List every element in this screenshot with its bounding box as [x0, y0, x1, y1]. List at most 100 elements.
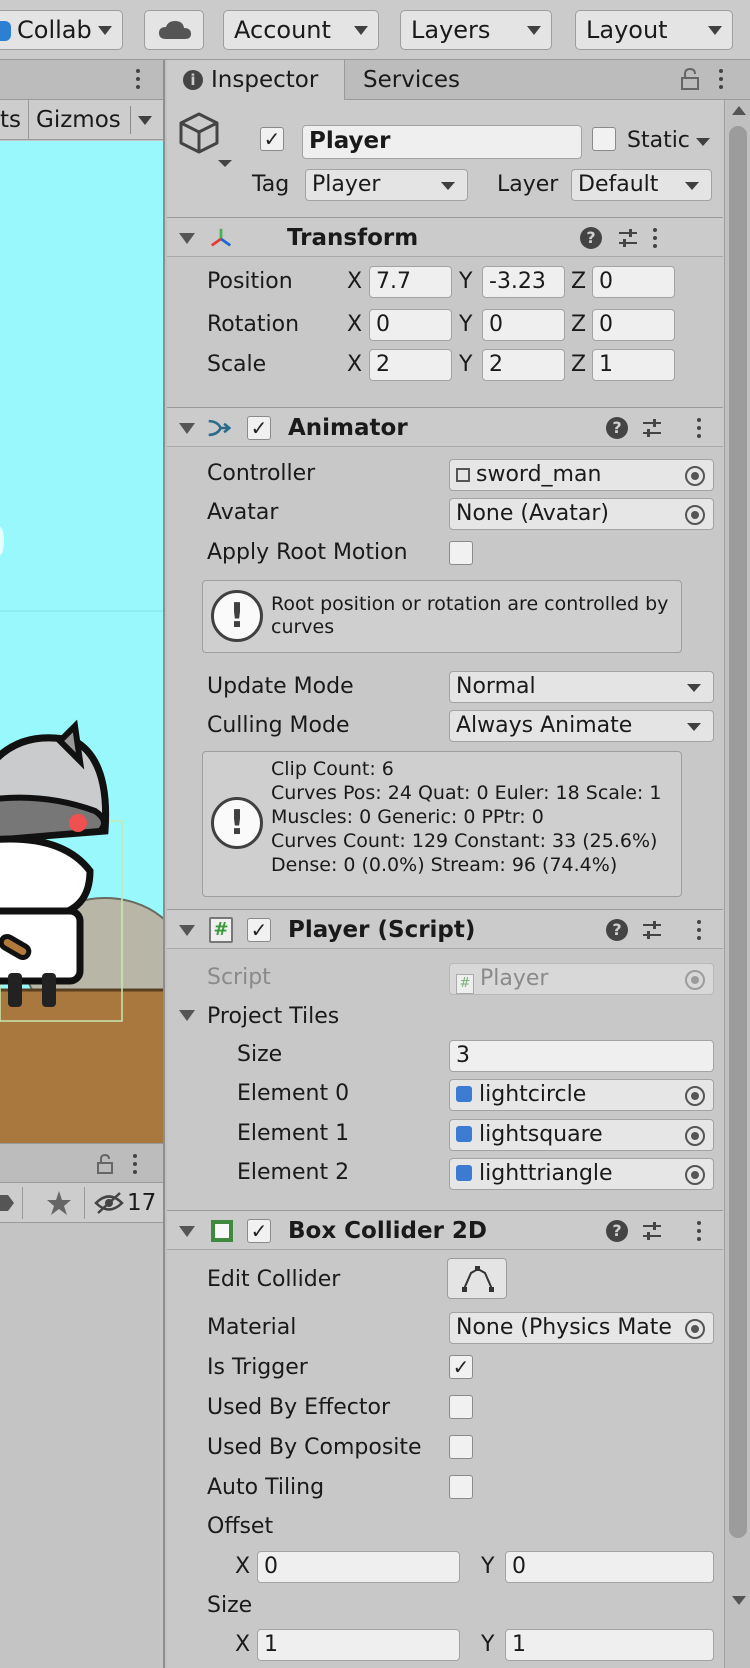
cloud-button[interactable]	[144, 10, 204, 50]
more-options-icon[interactable]	[696, 1219, 702, 1243]
position-x-field[interactable]: 7.7	[369, 266, 452, 298]
main-toolbar: Collab Account Layers Layout	[0, 0, 750, 60]
edit-collider-button[interactable]	[447, 1258, 507, 1299]
used-by-composite-checkbox[interactable]	[449, 1435, 473, 1459]
auto-tiling-checkbox[interactable]	[449, 1475, 473, 1499]
project-tiles-label[interactable]: Project Tiles	[207, 1002, 339, 1032]
element-field[interactable]: lightsquare	[449, 1119, 714, 1151]
size-y-field[interactable]: 1	[505, 1629, 714, 1661]
object-picker-icon[interactable]	[685, 505, 705, 525]
is-trigger-checkbox[interactable]: ✓	[449, 1355, 473, 1379]
scale-y-field[interactable]: 2	[482, 349, 565, 381]
rotation-z-field[interactable]: 0	[592, 309, 675, 341]
layers-button[interactable]: Layers	[400, 10, 552, 50]
object-picker-icon[interactable]	[685, 1126, 705, 1146]
element-field[interactable]: lightcircle	[449, 1079, 714, 1111]
account-button[interactable]: Account	[223, 10, 379, 50]
player-script-header[interactable]: # ✓ Player (Script) ?	[167, 909, 723, 949]
foldout-icon[interactable]	[179, 1226, 195, 1237]
gameobject-icon[interactable]	[177, 112, 233, 168]
more-options-icon[interactable]	[696, 416, 702, 440]
transform-header[interactable]: Transform ?	[167, 217, 723, 257]
object-name-input[interactable]: Player	[302, 125, 582, 159]
apply-root-motion-checkbox[interactable]	[449, 541, 473, 565]
layout-button[interactable]: Layout	[575, 10, 733, 50]
scroll-up-arrow-icon[interactable]	[732, 106, 746, 115]
preset-sliders-icon[interactable]	[641, 919, 663, 941]
active-checkbox[interactable]: ✓	[260, 127, 284, 151]
collab-button[interactable]: Collab	[0, 10, 123, 50]
scene-canvas[interactable]	[0, 141, 163, 1143]
star-icon[interactable]	[46, 1190, 72, 1216]
array-size-field[interactable]: 3	[449, 1040, 714, 1072]
tab-services[interactable]: Services	[347, 60, 487, 100]
prefab-cube-icon	[456, 1165, 472, 1181]
lock-icon[interactable]	[97, 1154, 113, 1174]
tab-inspector[interactable]: i Inspector	[167, 60, 345, 100]
rotation-y-field[interactable]: 0	[482, 309, 565, 341]
position-z-field[interactable]: 0	[592, 266, 675, 298]
gizmos-button[interactable]: Gizmos	[36, 105, 121, 135]
used-by-effector-checkbox[interactable]	[449, 1395, 473, 1419]
script-value: Player	[480, 966, 549, 991]
more-options-icon[interactable]	[652, 226, 658, 250]
static-checkbox[interactable]	[592, 127, 616, 151]
hidden-eye-icon[interactable]	[94, 1192, 124, 1214]
more-options-icon[interactable]	[718, 67, 724, 91]
scene-toolbar-tab-partial[interactable]: ts	[0, 105, 21, 135]
stats-line: Muscles: 0 Generic: 0 PPtr: 0	[271, 806, 544, 828]
animator-header[interactable]: ✓ Animator ?	[167, 407, 723, 447]
lock-icon[interactable]	[681, 68, 699, 90]
foldout-icon[interactable]	[179, 1010, 195, 1021]
culling-mode-dropdown[interactable]: Always Animate	[449, 710, 714, 742]
script-enabled-checkbox[interactable]: ✓	[247, 918, 271, 942]
array-size-label: Size	[237, 1042, 283, 1067]
preset-sliders-icon[interactable]	[641, 1220, 663, 1242]
more-options-icon[interactable]	[696, 918, 702, 942]
object-picker-icon[interactable]	[685, 466, 705, 486]
controller-field[interactable]: sword_man	[449, 459, 714, 491]
position-y-field[interactable]: -3.23	[482, 266, 565, 298]
collider-enabled-checkbox[interactable]: ✓	[247, 1219, 271, 1243]
object-picker-icon[interactable]	[685, 1086, 705, 1106]
offset-y-field[interactable]: 0	[505, 1551, 714, 1583]
scene-tab-header	[0, 60, 163, 100]
scale-x-field[interactable]: 2	[369, 349, 452, 381]
object-picker-icon[interactable]	[685, 1165, 705, 1185]
animator-enabled-checkbox[interactable]: ✓	[247, 416, 271, 440]
foldout-icon[interactable]	[179, 423, 195, 434]
layer-label: Layer	[497, 172, 559, 197]
scroll-down-arrow-icon[interactable]	[732, 1596, 746, 1605]
inspector-tab-bar: i Inspector Services	[167, 60, 750, 100]
material-field[interactable]: None (Physics Mate	[449, 1312, 714, 1344]
scale-z-field[interactable]: 1	[592, 349, 675, 381]
static-dropdown-icon[interactable]	[696, 138, 710, 146]
hierarchy-tab-header	[0, 1143, 163, 1183]
avatar-field[interactable]: None (Avatar)	[449, 498, 714, 530]
rotation-x-field[interactable]: 0	[369, 309, 452, 341]
update-mode-dropdown[interactable]: Normal	[449, 671, 714, 703]
offset-x-field[interactable]: 0	[257, 1551, 460, 1583]
tag-dropdown[interactable]: Player	[305, 169, 468, 201]
axis-x-label: X	[347, 312, 363, 337]
foldout-icon[interactable]	[179, 233, 195, 244]
more-options-icon[interactable]	[135, 67, 141, 91]
help-icon[interactable]: ?	[606, 1220, 628, 1242]
help-icon[interactable]: ?	[580, 227, 602, 249]
size-x-field[interactable]: 1	[257, 1629, 460, 1661]
box-collider-header[interactable]: ✓ Box Collider 2D ?	[167, 1210, 723, 1250]
gizmos-dropdown-icon[interactable]	[138, 116, 152, 125]
inspector-scrollbar[interactable]	[724, 100, 750, 1668]
element-field[interactable]: lighttriangle	[449, 1158, 714, 1190]
help-icon[interactable]: ?	[606, 417, 628, 439]
axis-y-label: Y	[459, 269, 473, 294]
help-icon[interactable]: ?	[606, 919, 628, 941]
preset-sliders-icon[interactable]	[641, 417, 663, 439]
layer-dropdown[interactable]: Default	[571, 169, 712, 201]
more-options-icon[interactable]	[132, 1152, 138, 1176]
object-picker-icon[interactable]	[685, 1319, 705, 1339]
preset-sliders-icon[interactable]	[617, 227, 639, 249]
tag-icon[interactable]	[0, 1193, 14, 1213]
foldout-icon[interactable]	[179, 925, 195, 936]
scrollbar-thumb[interactable]	[729, 126, 747, 1538]
